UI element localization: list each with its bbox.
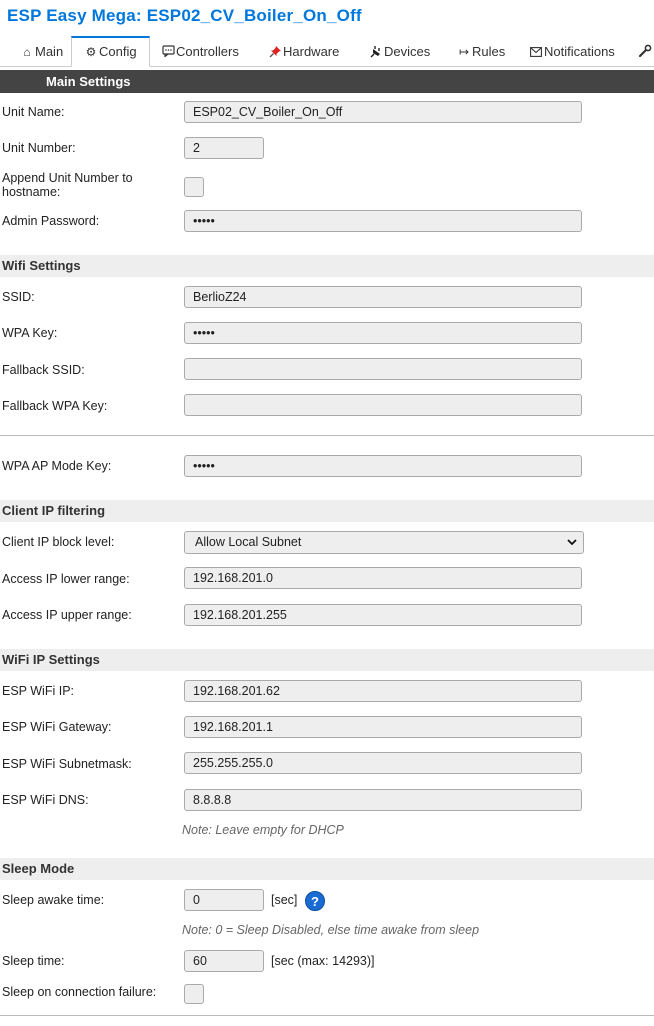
sleep-awake-note: Note: 0 = Sleep Disabled, else time awak… <box>182 923 480 937</box>
gateway-input[interactable]: 192.168.201.1 <box>184 716 582 738</box>
fallback-wpa-input[interactable] <box>184 394 582 416</box>
unit-name-input[interactable]: ESP02_CV_Boiler_On_Off <box>184 101 582 123</box>
subnetmask-label: ESP WiFi Subnetmask: <box>2 757 132 771</box>
sleep-mode-header: Sleep Mode <box>0 858 654 880</box>
ip-upper-label: Access IP upper range: <box>2 608 132 622</box>
tab-bar: ⌂ Main ⚙ Config Controllers Hardware Devic… <box>0 36 654 67</box>
divider <box>0 435 654 436</box>
wrench-icon <box>638 38 652 66</box>
help-icon[interactable]: ? <box>305 891 325 911</box>
ap-mode-key-input[interactable]: ••••• <box>184 455 582 477</box>
fallback-wpa-label: Fallback WPA Key: <box>2 399 108 413</box>
subnetmask-input[interactable]: 255.255.255.0 <box>184 752 582 774</box>
page-title: ESP Easy Mega: ESP02_CV_Boiler_On_Off <box>7 6 362 25</box>
wifi-settings-header: Wifi Settings <box>0 255 654 277</box>
ip-lower-input[interactable]: 192.168.201.0 <box>184 567 582 589</box>
ip-lower-label: Access IP lower range: <box>2 572 130 586</box>
unit-number-label: Unit Number: <box>2 141 76 155</box>
tab-notifications[interactable]: Notifications <box>529 38 615 66</box>
envelope-icon <box>529 38 543 66</box>
fallback-ssid-input[interactable] <box>184 358 582 380</box>
unit-number-input[interactable]: 2 <box>184 137 264 159</box>
chat-icon <box>161 38 175 66</box>
tab-tools[interactable] <box>638 38 653 66</box>
tab-controllers[interactable]: Controllers <box>161 38 239 66</box>
sleep-awake-label: Sleep awake time: <box>2 893 105 907</box>
plug-icon <box>369 38 383 66</box>
block-level-value: Allow Local Subnet <box>195 535 302 549</box>
dns-label: ESP WiFi DNS: <box>2 793 89 807</box>
tab-main[interactable]: ⌂ Main <box>20 38 63 66</box>
sleep-time-unit: [sec (max: 14293)] <box>271 954 375 968</box>
main-settings-header: Main Settings <box>0 70 654 93</box>
ssid-input[interactable]: BerlioZ24 <box>184 286 582 308</box>
bottom-divider <box>0 1015 654 1016</box>
sleep-time-input[interactable]: 60 <box>184 950 264 972</box>
wifi-ip-header: WiFi IP Settings <box>0 649 654 671</box>
append-unit-label-line1: Append Unit Number to <box>2 171 133 185</box>
tab-devices[interactable]: Devices <box>369 38 430 66</box>
wpa-key-input[interactable]: ••••• <box>184 322 582 344</box>
dns-input[interactable]: 8.8.8.8 <box>184 789 582 811</box>
block-level-label: Client IP block level: <box>2 535 115 549</box>
admin-password-input[interactable]: ••••• <box>184 210 582 232</box>
append-unit-label-line2: hostname: <box>2 185 61 199</box>
sleep-time-label: Sleep time: <box>2 954 65 968</box>
pin-icon <box>268 38 282 66</box>
client-ip-header: Client IP filtering <box>0 500 654 522</box>
tab-config[interactable]: ⚙ Config <box>71 36 150 67</box>
arrow-icon: ↦ <box>458 45 470 59</box>
ap-mode-key-label: WPA AP Mode Key: <box>2 459 112 473</box>
dhcp-note: Note: Leave empty for DHCP <box>182 823 344 837</box>
chevron-down-icon <box>567 539 577 546</box>
ssid-label: SSID: <box>2 290 35 304</box>
wifi-ip-input[interactable]: 192.168.201.62 <box>184 680 582 702</box>
tab-rules[interactable]: ↦ Rules <box>457 38 505 66</box>
unit-name-label: Unit Name: <box>2 105 65 119</box>
admin-password-label: Admin Password: <box>2 214 100 228</box>
gateway-label: ESP WiFi Gateway: <box>2 720 112 734</box>
wifi-ip-label: ESP WiFi IP: <box>2 684 75 698</box>
tab-hardware[interactable]: Hardware <box>268 38 339 66</box>
ip-upper-input[interactable]: 192.168.201.255 <box>184 604 582 626</box>
fallback-ssid-label: Fallback SSID: <box>2 363 85 377</box>
home-icon: ⌂ <box>23 45 31 59</box>
sleep-conn-fail-label: Sleep on connection failure: <box>2 985 157 999</box>
sleep-awake-input[interactable]: 0 <box>184 889 264 911</box>
sleep-conn-fail-checkbox[interactable] <box>184 984 204 1004</box>
wpa-key-label: WPA Key: <box>2 326 58 340</box>
gear-icon: ⚙ <box>85 45 97 59</box>
append-unit-checkbox[interactable] <box>184 177 204 197</box>
block-level-select[interactable]: Allow Local Subnet <box>184 531 584 554</box>
sleep-awake-unit: [sec] <box>271 893 298 907</box>
